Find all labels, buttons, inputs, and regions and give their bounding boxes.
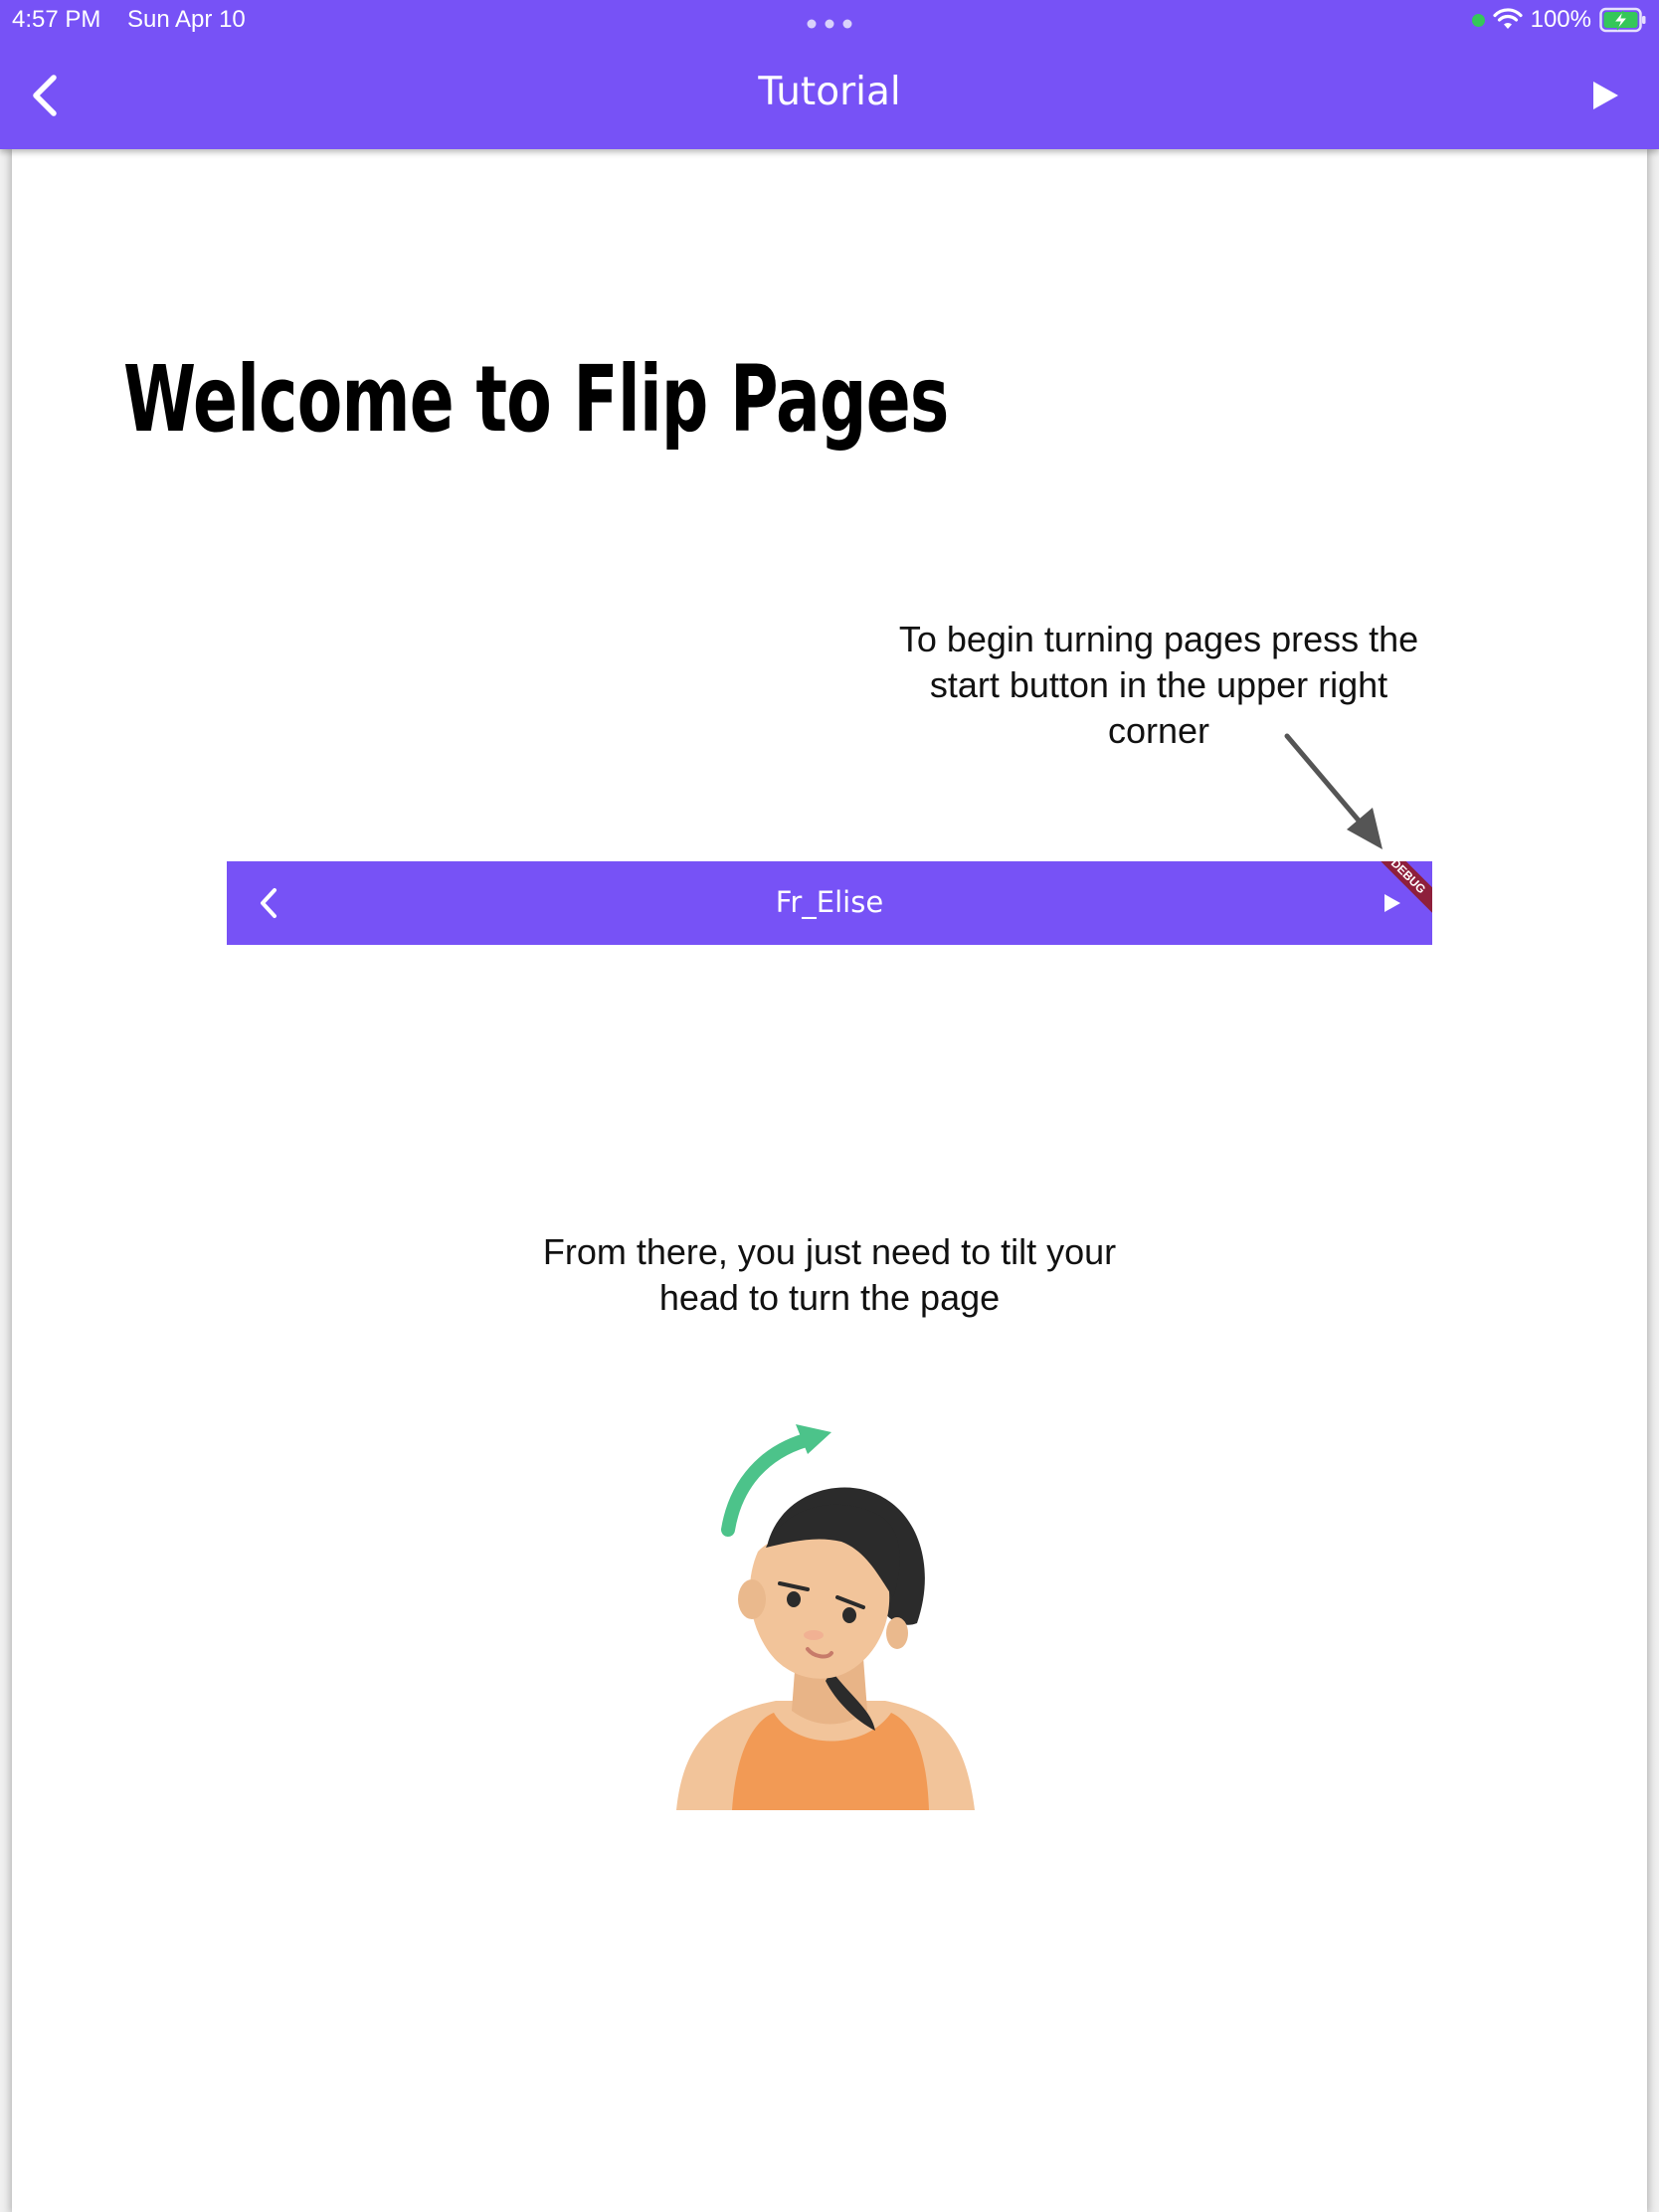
welcome-heading: Welcome to Flip Pages [123, 346, 949, 453]
play-icon [1593, 82, 1618, 109]
multitasking-dots-icon[interactable] [806, 18, 853, 30]
start-button[interactable] [1575, 66, 1635, 125]
status-indicators: 100% [1471, 4, 1647, 36]
pointer-arrow-icon [1284, 733, 1382, 849]
status-time: 4:57 PM [12, 6, 101, 33]
status-date: Sun Apr 10 [127, 6, 246, 33]
head-tilt-illustration [676, 1424, 975, 1810]
play-icon [1384, 894, 1400, 912]
back-button[interactable] [18, 66, 72, 125]
page-right-edge [1647, 149, 1659, 2212]
battery-charging-icon [1599, 7, 1646, 33]
wifi-icon [1493, 8, 1523, 29]
nav-title-container: Tutorial [0, 70, 1659, 114]
page-title: Tutorial [758, 70, 901, 114]
demo-title: Fr_Elise [775, 885, 884, 919]
tutorial-page [12, 149, 1647, 2212]
app-bar: 4:57 PM Sun Apr 10 100% Tutorial [0, 0, 1659, 149]
chevron-left-icon [33, 75, 57, 116]
demo-play-button [1373, 883, 1412, 923]
status-bar: 4:57 PM Sun Apr 10 100% [0, 0, 1659, 40]
demo-app-bar: Fr_Elise DEBUG [227, 861, 1432, 945]
green-dot-icon [1471, 13, 1485, 27]
page-left-edge [0, 149, 12, 2212]
tilt-instruction-text: From there, you just need to tilt your h… [542, 1231, 1117, 1318]
battery-percent: 100% [1530, 6, 1591, 33]
